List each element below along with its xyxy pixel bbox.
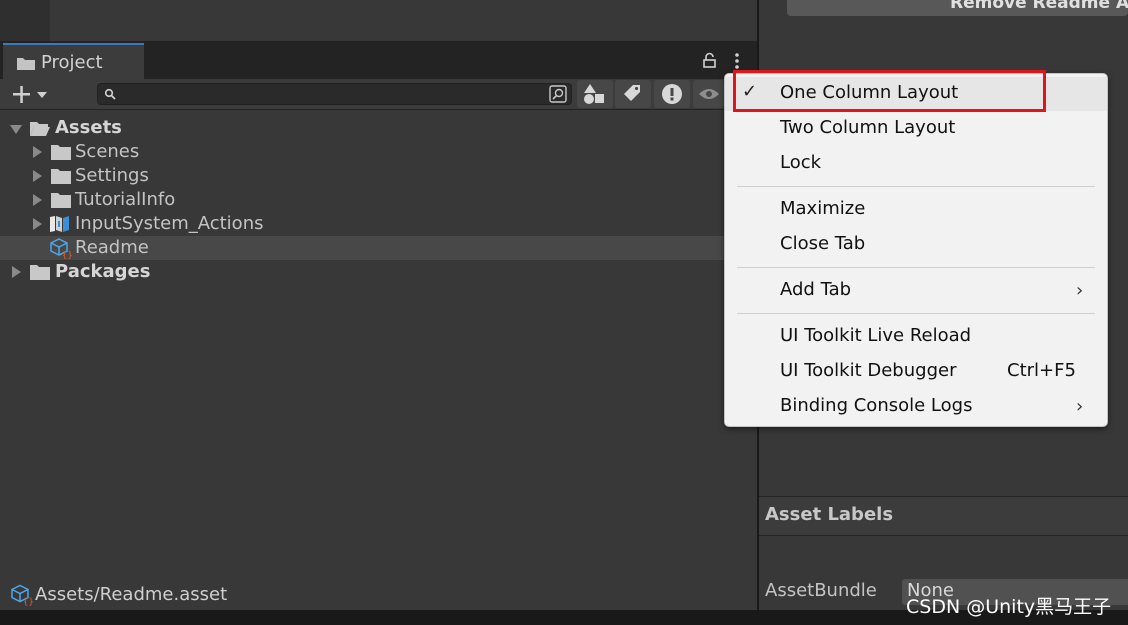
scene-panel-strip [0,0,757,41]
menu-item-label: UI Toolkit Debugger [780,360,957,381]
menu-item-label: Add Tab [780,279,852,300]
asset-labels-title: Asset Labels [765,504,894,525]
scene-panel-left [0,0,50,41]
menu-item-binding-console-logs[interactable]: Binding Console Logs › [725,390,1107,424]
tree-item-tutorialinfo[interactable]: TutorialInfo [0,188,724,212]
search-window-icon[interactable] [548,84,568,104]
search-input[interactable] [97,83,572,105]
create-button[interactable] [10,83,50,105]
search-icon [104,88,116,100]
tree-item-inputsystem-actions[interactable]: InputSystem_Actions [0,212,724,236]
menu-item-label: UI Toolkit Live Reload [780,325,972,346]
filter-by-type-button[interactable] [577,80,613,108]
menu-separator [737,313,1095,314]
tree-item-label: Readme [75,237,149,258]
menu-separator [737,267,1095,268]
menu-item-shortcut: Ctrl+F5 [1007,360,1076,381]
folder-icon [17,58,35,70]
folder-icon [51,169,71,184]
highlight-box [733,70,1046,112]
eye-icon [699,89,719,99]
menu-separator [737,186,1095,187]
more-options-icon[interactable] [734,52,740,70]
filter-by-label-button[interactable] [615,80,651,108]
menu-item-add-tab[interactable]: Add Tab › [725,274,1107,308]
tree-item-assets[interactable]: Assets [0,116,724,140]
menu-item-label: Lock [780,152,822,173]
folder-icon [30,265,50,280]
folder-open-icon [30,122,50,136]
folder-icon [51,145,71,160]
input-actions-icon [50,216,69,232]
collapse-arrow-icon[interactable] [12,266,21,278]
collapse-arrow-icon[interactable] [33,146,42,158]
filter-errors-button[interactable] [654,80,690,108]
menu-item-ui-toolkit-live-reload[interactable]: UI Toolkit Live Reload [725,320,1107,354]
menu-item-label: Binding Console Logs [780,395,973,416]
tree-item-label: TutorialInfo [75,189,176,210]
tree-item-label: Settings [75,165,149,186]
menu-item-close-tab[interactable]: Close Tab [725,228,1107,262]
menu-item-two-column-layout[interactable]: Two Column Layout [725,112,1107,146]
menu-item-label: Maximize [780,198,866,219]
assetbundle-label: AssetBundle [765,580,877,601]
collapse-arrow-icon[interactable] [33,170,42,182]
svg-text:{}: {} [62,251,72,259]
selected-asset-path: Assets/Readme.asset [35,584,228,605]
tree-item-readme[interactable]: {} Readme [0,236,724,260]
tree-item-label: Packages [55,261,151,282]
menu-item-label: Close Tab [780,233,866,254]
expand-arrow-icon[interactable] [10,125,22,134]
plus-dropdown-icon [13,86,47,103]
shapes-icon [584,84,604,104]
tree-item-label: InputSystem_Actions [75,213,264,234]
collapse-arrow-icon[interactable] [33,194,42,206]
menu-item-label: Two Column Layout [780,117,956,138]
remove-readme-button[interactable]: Remove Readme A [787,0,1128,16]
tree-item-label: Assets [55,117,122,138]
tab-project[interactable]: Project [3,43,144,79]
menu-item-ui-toolkit-debugger[interactable]: UI Toolkit Debugger Ctrl+F5 [725,355,1107,389]
warning-icon [662,84,682,104]
menu-item-maximize[interactable]: Maximize [725,193,1107,227]
tree-item-scenes[interactable]: Scenes [0,140,724,164]
folder-icon [51,193,71,208]
submenu-arrow-icon: › [1076,396,1084,417]
visibility-toggle-button[interactable] [693,80,724,108]
scriptable-object-icon: {} [50,238,72,259]
tree-item-packages[interactable]: Packages [0,260,724,284]
lock-icon[interactable] [702,52,718,68]
svg-text:{}: {} [23,598,33,607]
scriptable-object-icon: {} [11,584,33,606]
collapse-arrow-icon[interactable] [33,218,42,230]
tab-project-label: Project [41,52,103,73]
submenu-arrow-icon: › [1076,280,1084,301]
menu-item-lock[interactable]: Lock [725,147,1107,181]
tree-item-label: Scenes [75,141,140,162]
tag-icon [624,85,640,101]
watermark: CSDN @Unity黑马王子 [906,596,1112,618]
context-menu: ✓ One Column Layout Two Column Layout Lo… [724,73,1108,427]
tree-item-settings[interactable]: Settings [0,164,724,188]
